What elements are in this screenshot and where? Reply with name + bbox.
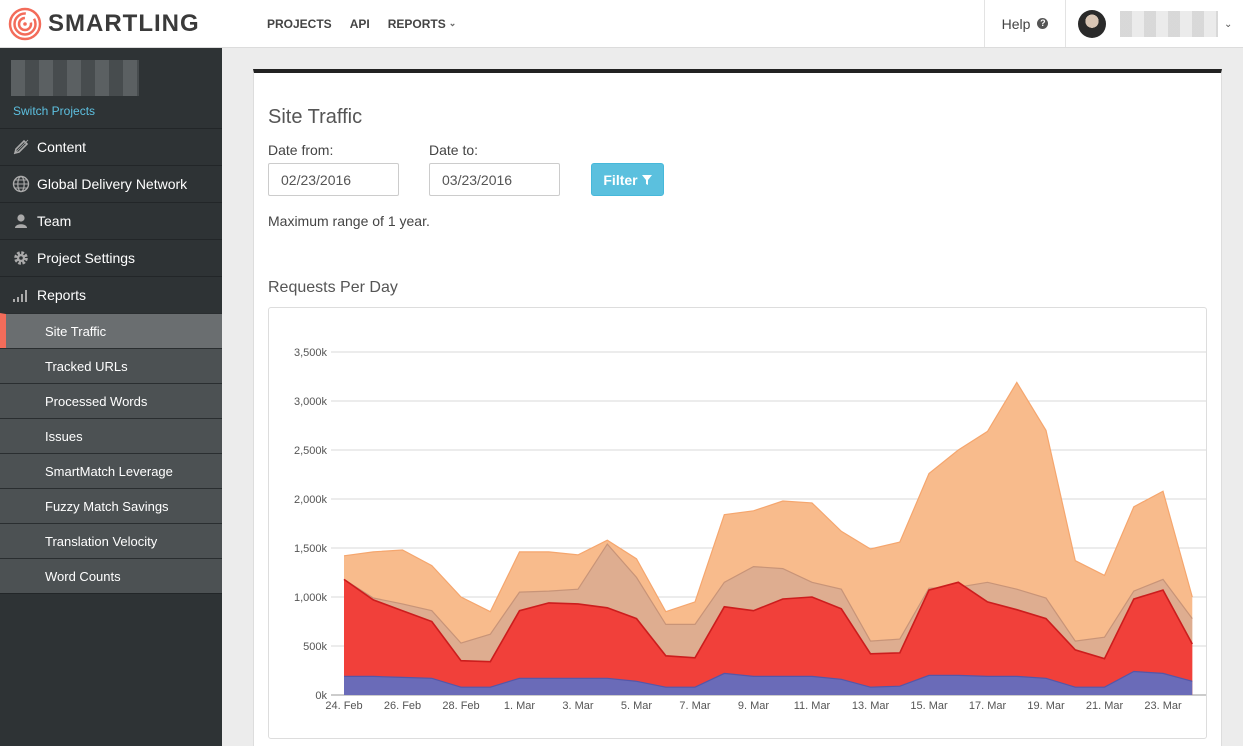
x-tick-label: 9. Mar — [738, 700, 770, 712]
sidebar-item-label: Content — [37, 139, 87, 155]
x-tick-label: 1. Mar — [504, 700, 536, 712]
sidebar-subitem-processed-words[interactable]: Processed Words — [0, 383, 222, 418]
x-tick-label: 24. Feb — [325, 700, 362, 712]
x-tick-label: 3. Mar — [562, 700, 594, 712]
help-button[interactable]: Help ? — [984, 0, 1066, 47]
sidebar-subitem-site-traffic[interactable]: Site Traffic — [0, 313, 222, 348]
y-tick-label: 500k — [303, 641, 327, 653]
y-tick-label: 3,500k — [294, 347, 328, 359]
sidebar-divider — [0, 593, 222, 594]
sidebar-item-content[interactable]: Content — [0, 128, 222, 165]
sidebar-item-project-settings[interactable]: Project Settings — [0, 239, 222, 276]
x-tick-label: 15. Mar — [910, 700, 948, 712]
x-tick-label: 5. Mar — [621, 700, 653, 712]
y-tick-label: 1,000k — [294, 592, 328, 604]
date-to-label: Date to: — [429, 142, 479, 158]
sidebar-nav: Content Global Delivery Network Team Pro… — [0, 128, 222, 594]
requests-per-day-chart: 0k 500k 1,000k 1,500k 2,000k 2,500k 3,000k 3,50… — [268, 307, 1207, 739]
user-name-redacted — [1120, 11, 1218, 37]
signal-bars-icon — [12, 286, 30, 304]
date-to-input[interactable] — [429, 163, 560, 196]
globe-icon — [12, 175, 30, 193]
nav-reports-label: REPORTS — [387, 16, 446, 31]
filter-button-label: Filter — [603, 171, 638, 188]
user-menu[interactable]: ⌄ — [1078, 8, 1232, 40]
nav-projects[interactable]: PROJECTS — [267, 17, 332, 31]
sidebar-subitem-tracked-urls[interactable]: Tracked URLs — [0, 348, 222, 383]
range-hint: Maximum range of 1 year. — [268, 213, 430, 229]
sidebar: Switch Projects Content Global Delivery … — [0, 48, 222, 746]
sidebar-item-label: Team — [37, 213, 72, 229]
sidebar-subitem-issues[interactable]: Issues — [0, 418, 222, 453]
x-tick-label: 13. Mar — [852, 700, 890, 712]
nav-reports[interactable]: REPORTS ⌄ — [388, 17, 457, 31]
chevron-down-icon: ⌄ — [448, 18, 457, 28]
gear-icon — [12, 249, 30, 267]
sidebar-item-team[interactable]: Team — [0, 202, 222, 239]
x-tick-label: 28. Feb — [442, 700, 479, 712]
chevron-down-icon: ⌄ — [1224, 18, 1233, 30]
sidebar-subitem-smartmatch-leverage[interactable]: SmartMatch Leverage — [0, 453, 222, 488]
smartling-logo[interactable]: SMARTLING — [8, 7, 200, 41]
y-tick-label: 1,500k — [294, 543, 328, 555]
sidebar-subitem-translation-velocity[interactable]: Translation Velocity — [0, 523, 222, 558]
fingerprint-icon — [8, 7, 42, 41]
sidebar-subitem-fuzzy-match-savings[interactable]: Fuzzy Match Savings — [0, 488, 222, 523]
y-tick-label: 3,000k — [294, 396, 328, 408]
site-traffic-panel: Site Traffic Date from: Date to: Filter … — [253, 69, 1222, 746]
area-chart-svg: 0k500k1,000k1,500k2,000k2,500k3,000k3,50… — [294, 347, 1206, 712]
y-tick-label: 2,000k — [294, 494, 328, 506]
x-tick-label: 19. Mar — [1027, 700, 1065, 712]
page-title: Site Traffic — [268, 106, 363, 128]
brand-name: SMARTLING — [48, 10, 200, 37]
question-circle-icon: ? — [1037, 18, 1049, 29]
sidebar-item-reports[interactable]: Reports — [0, 276, 222, 313]
avatar — [1078, 10, 1106, 38]
user-icon — [12, 212, 30, 230]
pencil-icon — [12, 138, 30, 156]
nav-api[interactable]: API — [350, 17, 370, 31]
switch-projects-link[interactable]: Switch Projects — [13, 104, 95, 118]
sidebar-item-label: Global Delivery Network — [37, 176, 188, 192]
top-nav: PROJECTS API REPORTS ⌄ — [258, 0, 465, 47]
x-tick-label: 17. Mar — [969, 700, 1007, 712]
help-label: Help — [1001, 15, 1031, 32]
x-tick-label: 11. Mar — [794, 700, 831, 712]
date-from-label: Date from: — [268, 142, 334, 158]
x-tick-label: 21. Mar — [1086, 700, 1124, 712]
x-tick-label: 26. Feb — [384, 700, 421, 712]
sidebar-subitem-word-counts[interactable]: Word Counts — [0, 558, 222, 593]
filter-button[interactable]: Filter — [591, 163, 664, 196]
sidebar-item-label: Reports — [37, 287, 87, 303]
sidebar-item-global-delivery-network[interactable]: Global Delivery Network — [0, 165, 222, 202]
date-from-input[interactable] — [268, 163, 399, 196]
x-tick-label: 23. Mar — [1144, 700, 1182, 712]
x-tick-label: 7. Mar — [679, 700, 711, 712]
y-tick-label: 2,500k — [294, 445, 328, 457]
funnel-icon — [641, 174, 652, 185]
chart-title: Requests Per Day — [268, 279, 398, 296]
sidebar-item-label: Project Settings — [37, 250, 136, 266]
project-name-redacted — [11, 60, 139, 96]
top-bar: SMARTLING PROJECTS API REPORTS ⌄ Help ? ⌄ — [0, 0, 1243, 48]
